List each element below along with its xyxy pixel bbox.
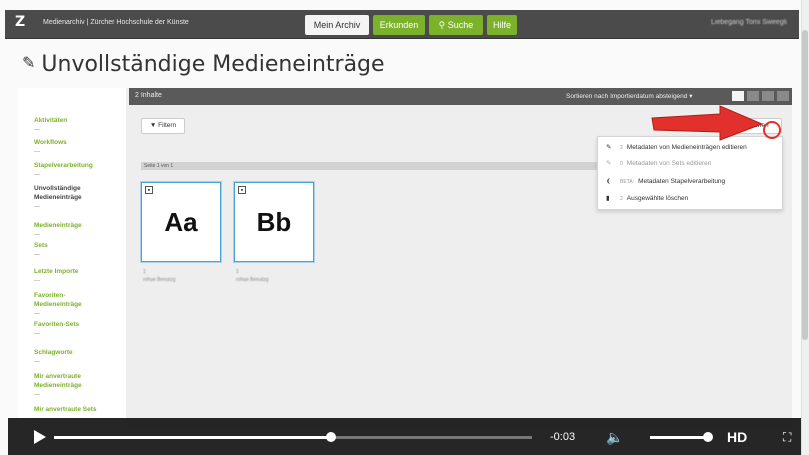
sidebar-divider — [34, 206, 40, 207]
site-name[interactable]: Medienarchiv | Zürcher Hochschule der Kü… — [43, 19, 189, 26]
cursor-highlight-icon — [763, 121, 781, 139]
pencil-icon: ✎ — [22, 53, 36, 72]
menu-item-label: Metadaten von Medieneinträgen editieren — [626, 144, 747, 151]
sidebar: Aktivitäten Workflows Stapelverarbeitung Un… — [18, 88, 126, 428]
sidebar-divider — [34, 280, 40, 281]
sidebar-item[interactable]: Medieneinträge — [34, 221, 82, 230]
sidebar-divider — [34, 394, 40, 395]
search-icon: ⚲ — [438, 20, 446, 30]
pencil-icon: ✎ — [606, 160, 612, 167]
menu-item-label: Metadaten von Sets editieren — [626, 160, 712, 167]
page-title: ✎ Unvollständige Medieneinträge — [22, 52, 385, 77]
sidebar-item[interactable]: Letzte Importe — [34, 267, 78, 276]
sidebar-item[interactable]: Aktivitäten — [34, 116, 67, 125]
menu-item-edit-media-metadata[interactable]: ✎ 2 Metadaten von Medieneinträgen editiere… — [606, 143, 747, 151]
sidebar-item[interactable]: Workflows — [34, 138, 67, 147]
media-meta-line: rohue Benutzg — [236, 277, 269, 283]
filter-button[interactable]: ▼ Filtern — [141, 118, 185, 134]
sidebar-divider — [34, 333, 40, 334]
view-list-icon[interactable] — [762, 91, 774, 101]
menu-item-count: 2 — [620, 196, 623, 202]
menu-item-delete-selected[interactable]: ▮ 2 Ausgewählte löschen — [606, 194, 688, 202]
sidebar-item[interactable]: Mir anvertraute Medieneinträge — [34, 372, 82, 390]
view-tiles-icon[interactable] — [747, 91, 759, 101]
menu-item-count: 0 — [620, 161, 623, 167]
volume-knob[interactable] — [703, 432, 713, 442]
media-thumbnail-bb[interactable]: ● Bb — [234, 182, 314, 262]
item-count: 2 Inhalte — [135, 92, 162, 99]
annotation-arrow-icon — [651, 105, 764, 141]
volume-slider[interactable] — [650, 436, 708, 439]
page-title-text: Unvollständige Medieneinträge — [41, 52, 385, 77]
nav-suche[interactable]: ⚲ Suche — [429, 15, 483, 35]
person-icon: ● — [145, 186, 153, 194]
thumbnail-text: Aa — [164, 207, 198, 237]
sidebar-divider — [34, 254, 40, 255]
view-switcher — [732, 91, 789, 102]
video-progress-fill — [54, 436, 331, 439]
menu-item-label: Ausgewählte löschen — [626, 195, 689, 202]
menu-item-edit-set-metadata[interactable]: ✎ 0 Metadaten von Sets editieren — [606, 159, 711, 167]
top-bar: Z Medienarchiv | Zürcher Hochschule der … — [5, 10, 799, 39]
thumbnail-text: Bb — [256, 207, 292, 237]
video-controls: -0:03 🔈 HD ⛶ — [8, 418, 802, 455]
sidebar-item[interactable]: Favoriten- Medieneinträge — [34, 291, 82, 309]
hd-toggle[interactable]: HD — [727, 429, 747, 445]
user-menu[interactable]: Liebegang Tomi Sweegli — [711, 19, 787, 26]
media-meta: 1 rohue Benutzg — [236, 268, 269, 284]
sidebar-divider — [34, 361, 40, 362]
fullscreen-icon[interactable]: ⛶ — [783, 430, 791, 445]
sidebar-item[interactable]: Unvollständige Medieneinträge — [34, 184, 82, 202]
play-icon[interactable] — [34, 430, 46, 444]
person-icon: ● — [238, 186, 246, 194]
nav-erkunden[interactable]: Erkunden — [373, 15, 425, 35]
sort-dropdown[interactable]: Sortieren nach Importierdatum absteigend… — [566, 92, 692, 100]
menu-item-count: 2 — [620, 145, 623, 151]
pencil-icon: ✎ — [606, 144, 612, 151]
nav-hilfe[interactable]: Hilfe — [487, 15, 517, 35]
sidebar-divider — [34, 174, 40, 175]
menu-item-beta: BETA: — [620, 179, 635, 185]
sidebar-divider — [34, 129, 40, 130]
media-meta-line: rohue Benutzg — [143, 277, 176, 283]
trash-icon: ▮ — [606, 195, 610, 202]
volume-icon[interactable]: 🔈 — [606, 429, 623, 446]
app-logo[interactable]: Z — [15, 14, 25, 30]
sidebar-item[interactable]: Mir anvertraute Sets — [34, 405, 97, 414]
actions-menu: ✎ 2 Metadaten von Medieneinträgen editiere… — [597, 136, 783, 210]
video-progress-track[interactable] — [54, 432, 532, 442]
sidebar-divider — [34, 313, 40, 314]
video-scrubber[interactable] — [326, 432, 336, 442]
sidebar-item[interactable]: Sets — [34, 241, 48, 250]
scrollbar-thumb[interactable] — [802, 30, 808, 340]
video-time: -0:03 — [550, 431, 576, 443]
filter-icon: ▼ — [149, 122, 157, 129]
view-table-icon[interactable] — [777, 91, 789, 101]
menu-item-label: Metadaten Stapelverarbeitung — [638, 178, 726, 185]
sidebar-divider — [34, 234, 40, 235]
media-meta: 1 rohue Benutzg — [143, 268, 176, 284]
magic-wand-icon: ❨ — [606, 178, 612, 185]
sidebar-item[interactable]: Schlagworte — [34, 348, 73, 357]
media-meta-line: 1 — [143, 269, 146, 275]
nav-suche-label: Suche — [447, 20, 474, 30]
sidebar-divider — [34, 151, 40, 152]
sidebar-item[interactable]: Favoriten-Sets — [34, 320, 79, 329]
page-label: Seite 1 von 1 — [144, 163, 174, 169]
menu-item-batch-metadata[interactable]: ❨ BETA: Metadaten Stapelverarbeitung — [606, 177, 725, 185]
view-grid-icon[interactable] — [732, 91, 744, 101]
nav-mein-archiv[interactable]: Mein Archiv — [305, 15, 369, 35]
media-thumbnail-aa[interactable]: ● Aa — [141, 182, 221, 262]
content-toolbar: 2 Inhalte Sortieren nach Importierdatum … — [129, 88, 792, 105]
sidebar-item[interactable]: Stapelverarbeitung — [34, 161, 93, 170]
media-meta-line: 1 — [236, 269, 239, 275]
filter-label: Filtern — [158, 122, 177, 129]
